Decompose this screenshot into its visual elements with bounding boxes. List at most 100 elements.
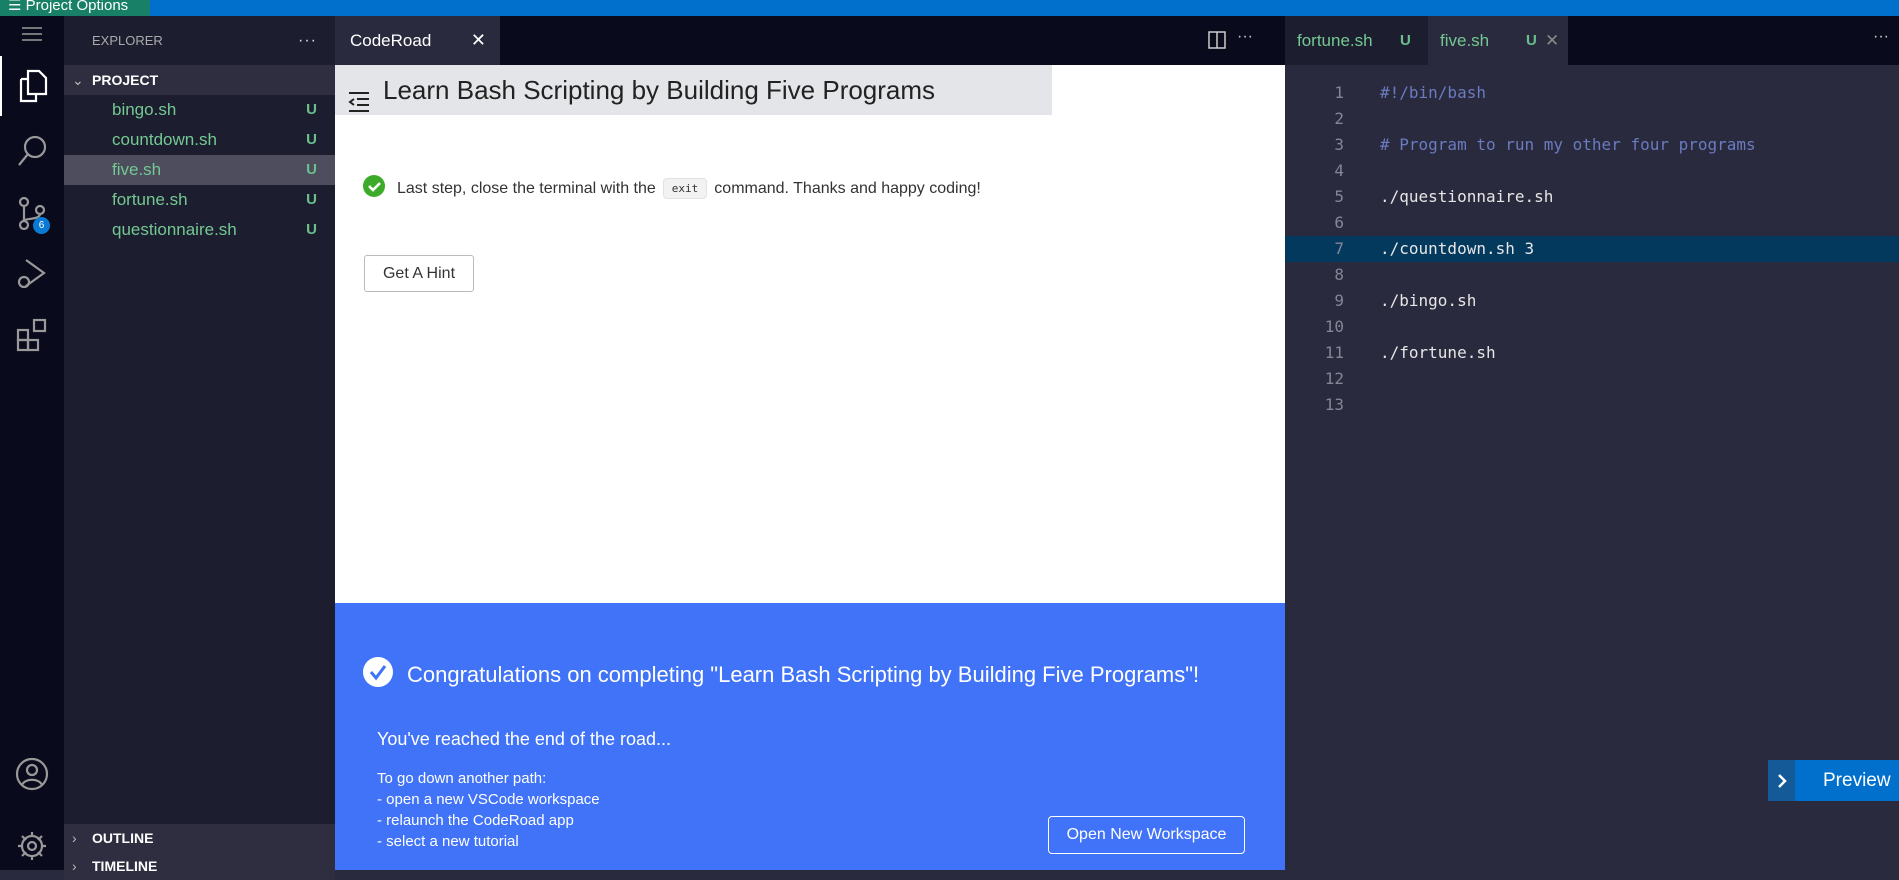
line-text: ./fortune.sh: [1380, 343, 1496, 362]
git-status: U: [306, 221, 317, 238]
project-options-label: Project Options: [25, 0, 129, 14]
coderoad-tab-bar: CodeRoad ✕ ···: [335, 16, 1285, 65]
code-line[interactable]: 6: [1285, 210, 1899, 236]
scm-badge: 6: [33, 217, 50, 234]
project-options-button[interactable]: ☰ Project Options: [0, 0, 150, 16]
file-name: questionnaire.sh: [112, 220, 237, 239]
code-line[interactable]: 8: [1285, 262, 1899, 288]
completion-heading: Congratulations on completing "Learn Bas…: [407, 662, 1200, 687]
file-item-selected[interactable]: five.sh U: [64, 155, 335, 185]
tab-fortune-sh[interactable]: fortune.sh U: [1285, 16, 1428, 65]
explorer-title: EXPLORER: [92, 33, 163, 48]
git-status: U: [306, 161, 317, 178]
line-number: 8: [1334, 265, 1344, 284]
tutorial-title-bar: Learn Bash Scripting by Building Five Pr…: [335, 65, 1052, 115]
source-control-icon[interactable]: 6: [0, 183, 64, 243]
line-number: 5: [1334, 187, 1344, 206]
tab-label: fortune.sh: [1297, 31, 1373, 50]
code-line[interactable]: 2: [1285, 106, 1899, 132]
code-line[interactable]: 5 ./questionnaire.sh: [1285, 184, 1899, 210]
tab-label: five.sh: [1440, 31, 1490, 50]
git-status: U: [1400, 32, 1411, 49]
open-new-workspace-button[interactable]: Open New Workspace: [1048, 816, 1245, 854]
tab-label: CodeRoad: [350, 31, 432, 50]
line-text: ./questionnaire.sh: [1380, 187, 1554, 206]
close-icon[interactable]: ✕: [1545, 16, 1559, 65]
git-status: U: [1526, 32, 1537, 49]
code-line[interactable]: 11 ./fortune.sh: [1285, 340, 1899, 366]
split-editor-icon[interactable]: [1208, 31, 1226, 54]
code-line[interactable]: 9 ./bingo.sh: [1285, 288, 1899, 314]
code-line[interactable]: 7 ./countdown.sh 3: [1285, 236, 1899, 262]
completion-subheading: You've reached the end of the road...: [377, 729, 671, 749]
line-number: 11: [1324, 343, 1344, 362]
settings-gear-icon[interactable]: [0, 816, 64, 876]
explorer-icon[interactable]: [0, 56, 64, 116]
explorer-more-button[interactable]: ···: [298, 16, 317, 65]
inline-code: exit: [662, 178, 708, 199]
line-text: # Program to run my other four programs: [1380, 135, 1756, 154]
more-actions-icon[interactable]: ···: [1873, 28, 1889, 46]
coderoad-panel: CodeRoad ✕ ··· Learn Bash Scripting by Bu…: [335, 16, 1285, 870]
code-line[interactable]: 12: [1285, 366, 1899, 392]
chevron-right-icon: ›: [72, 830, 77, 846]
run-debug-icon[interactable]: [0, 243, 64, 303]
activity-bar: 6: [0, 16, 64, 870]
chevron-right-icon: [1768, 760, 1795, 801]
code-line[interactable]: 4: [1285, 158, 1899, 184]
account-icon[interactable]: [0, 744, 64, 804]
chevron-down-icon: ⌄: [72, 72, 84, 88]
file-name: bingo.sh: [112, 100, 177, 119]
line-number: 12: [1324, 369, 1344, 388]
project-section-header[interactable]: ⌄ PROJECT: [64, 65, 335, 95]
check-circle-icon: [363, 657, 393, 693]
line-text: #!/bin/bash: [1380, 83, 1486, 102]
preview-label: Preview: [1823, 770, 1891, 791]
line-number: 9: [1334, 291, 1344, 310]
line-number: 1: [1334, 83, 1344, 102]
step-text: Last step, close the terminal with the: [397, 179, 656, 197]
file-item[interactable]: bingo.sh U: [64, 95, 335, 125]
code-line[interactable]: 10: [1285, 314, 1899, 340]
tab-coderoad[interactable]: CodeRoad ✕: [335, 16, 500, 65]
file-item[interactable]: fortune.sh U: [64, 185, 335, 215]
preview-button[interactable]: Preview: [1768, 760, 1899, 801]
file-name: countdown.sh: [112, 130, 217, 149]
path-option: - open a new VSCode workspace: [377, 791, 600, 808]
more-actions-icon[interactable]: ···: [1237, 28, 1253, 46]
line-text: ./bingo.sh: [1380, 291, 1477, 310]
editor-tab-bar: fortune.sh U five.sh U ✕ ···: [1285, 16, 1899, 65]
section-label: TIMELINE: [92, 858, 158, 874]
line-number: 4: [1334, 161, 1344, 180]
extensions-icon[interactable]: [0, 305, 64, 365]
tab-five-sh[interactable]: five.sh U ✕: [1428, 16, 1568, 65]
line-number: 3: [1334, 135, 1344, 154]
chevron-right-icon: ›: [72, 858, 77, 874]
code-line[interactable]: 1 #!/bin/bash: [1285, 80, 1899, 106]
code-line[interactable]: 3 # Program to run my other four programs: [1285, 132, 1899, 158]
git-status: U: [306, 101, 317, 118]
section-label: PROJECT: [92, 72, 159, 88]
line-text: ./countdown.sh 3: [1380, 239, 1535, 258]
line-number: 13: [1324, 395, 1344, 414]
path-option: - relaunch the CodeRoad app: [377, 812, 574, 829]
line-number: 10: [1324, 317, 1344, 336]
timeline-section-header[interactable]: › TIMELINE: [64, 852, 335, 880]
line-number: 6: [1334, 213, 1344, 232]
get-hint-button[interactable]: Get A Hint: [364, 255, 474, 292]
file-name: five.sh: [112, 160, 162, 179]
file-item[interactable]: questionnaire.sh U: [64, 215, 335, 245]
title-bar: [0, 0, 1899, 16]
file-item[interactable]: countdown.sh U: [64, 125, 335, 155]
line-number: 2: [1334, 109, 1344, 128]
close-icon[interactable]: ✕: [471, 16, 486, 65]
explorer-sidebar: EXPLORER ··· ⌄ PROJECT bingo.sh U countdown…: [64, 16, 335, 880]
outline-section-header[interactable]: › OUTLINE: [64, 824, 335, 852]
search-icon[interactable]: [0, 121, 64, 181]
menu-collapse-icon[interactable]: [347, 79, 371, 129]
git-status: U: [306, 191, 317, 208]
menu-icon[interactable]: [0, 16, 64, 51]
path-option: - select a new tutorial: [377, 833, 519, 850]
section-label: OUTLINE: [92, 830, 154, 846]
code-line[interactable]: 13: [1285, 392, 1899, 418]
